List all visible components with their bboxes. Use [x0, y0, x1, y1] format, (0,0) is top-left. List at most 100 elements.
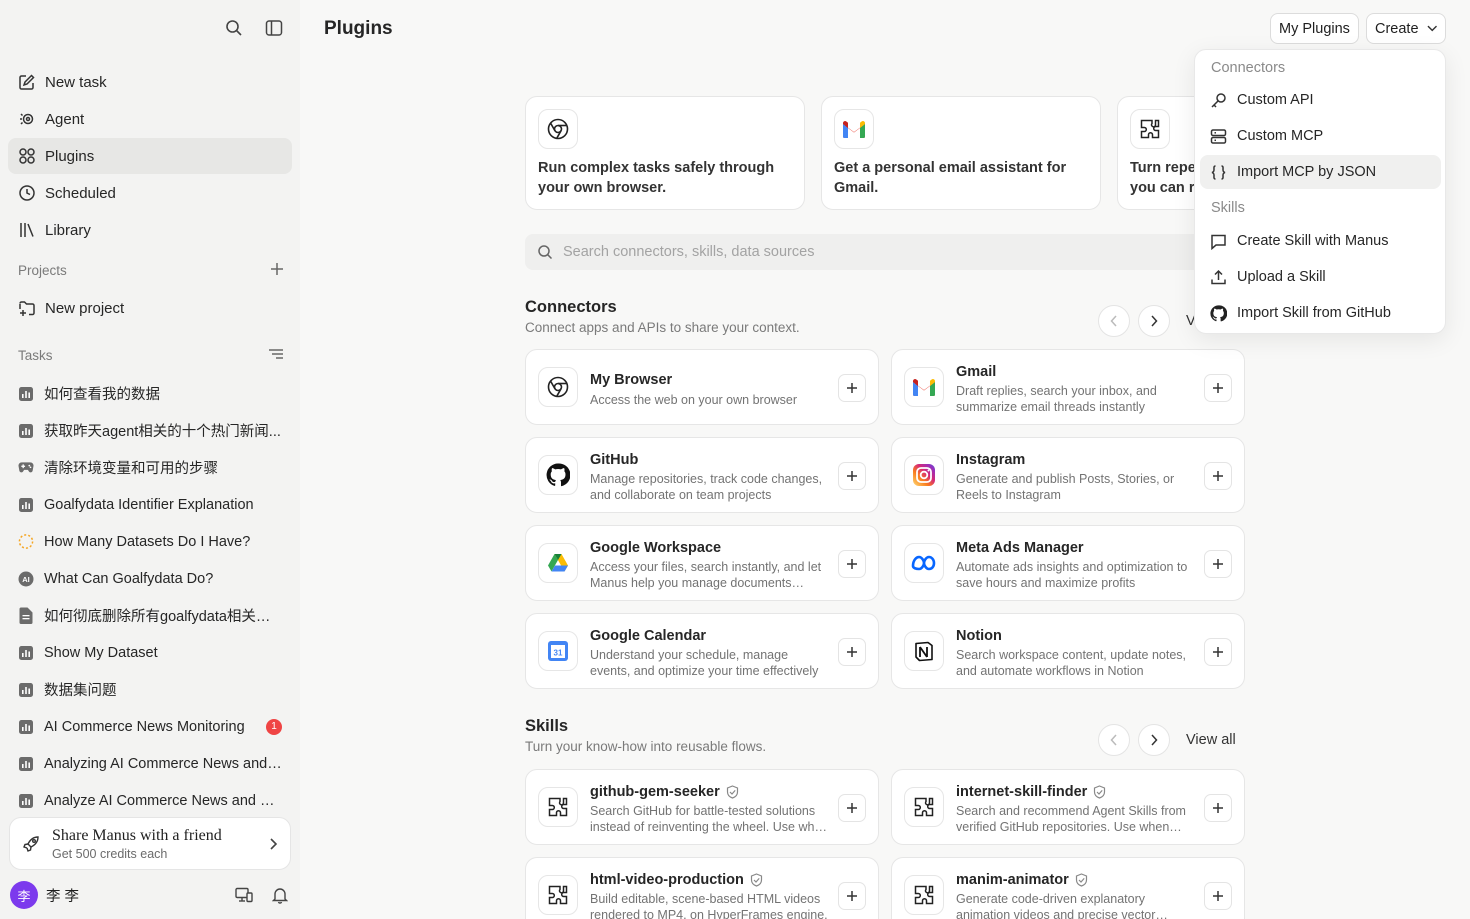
connector-card[interactable]: My Browser Access the web on your own br… — [525, 349, 879, 425]
connectors-title: Connectors — [525, 298, 617, 316]
add-button[interactable] — [838, 462, 866, 490]
connectors-prev-button[interactable] — [1098, 305, 1130, 337]
menu-item-custom-api[interactable]: Custom API — [1200, 83, 1441, 117]
task-item[interactable]: 获取昨天agent相关的十个热门新闻... — [8, 412, 292, 449]
task-item[interactable]: Analyzing AI Commerce News and Trends — [8, 745, 292, 782]
add-button[interactable] — [838, 550, 866, 578]
avatar[interactable]: 李 — [10, 881, 38, 909]
task-item[interactable]: 清除环境变量和可用的步骤 — [8, 449, 292, 486]
connectors-next-button[interactable] — [1138, 305, 1170, 337]
connector-desc: Search workspace content, update notes, … — [956, 648, 1187, 678]
new-task-icon — [19, 74, 35, 90]
svg-text:AI: AI — [22, 575, 30, 584]
add-button[interactable] — [1204, 882, 1232, 910]
instagram-icon — [904, 455, 944, 495]
task-title: 如何彻底删除所有goalfydata相关信息 — [44, 609, 285, 625]
task-item[interactable]: 如何查看我的数据 — [8, 375, 292, 412]
share-banner[interactable]: Share Manus with a friend Get 500 credit… — [9, 817, 291, 870]
chevron-left-icon — [1110, 734, 1117, 746]
add-button[interactable] — [1204, 638, 1232, 666]
nav-library[interactable]: Library — [8, 212, 292, 248]
menu-item-custom-mcp[interactable]: Custom MCP — [1200, 119, 1441, 153]
my-plugins-button[interactable]: My Plugins — [1270, 13, 1359, 44]
braces-icon — [1211, 164, 1226, 180]
skill-card[interactable]: internet-skill-finder Search and recomme… — [891, 769, 1245, 845]
add-button[interactable] — [838, 882, 866, 910]
add-button[interactable] — [838, 374, 866, 402]
skills-title: Skills — [525, 717, 569, 735]
search-icon — [538, 245, 553, 260]
connector-card[interactable]: Gmail Draft replies, search your inbox, … — [891, 349, 1245, 425]
add-project-icon[interactable] — [270, 262, 284, 279]
add-button[interactable] — [838, 638, 866, 666]
task-item[interactable]: AI Commerce News Monitoring 1 — [8, 708, 292, 745]
nav-new-task[interactable]: New task — [8, 64, 292, 100]
user-name[interactable]: 李 李 — [46, 885, 232, 906]
task-title: Analyze AI Commerce News and Content — [44, 792, 292, 809]
menu-item-import-github[interactable]: Import Skill from GitHub — [1200, 296, 1441, 330]
search-placeholder: Search connectors, skills, data sources — [563, 244, 815, 260]
connector-card[interactable]: GitHub Manage repositories, track code c… — [525, 437, 879, 513]
add-button[interactable] — [1204, 550, 1232, 578]
task-title: 清除环境变量和可用的步骤 — [44, 461, 218, 477]
plus-icon — [847, 803, 857, 813]
task-item[interactable]: How Many Datasets Do I Have? — [8, 523, 292, 560]
nav-agent[interactable]: Agent — [8, 101, 292, 137]
skills-prev-button[interactable] — [1098, 724, 1130, 756]
add-button[interactable] — [1204, 462, 1232, 490]
loading-icon — [18, 534, 34, 550]
skill-name-row: internet-skill-finder — [956, 784, 1106, 800]
rocket-icon — [23, 835, 39, 852]
skill-card[interactable]: html-video-production Build editable, sc… — [525, 857, 879, 919]
search-input[interactable]: Search connectors, skills, data sources — [525, 234, 1245, 270]
plus-icon — [847, 471, 857, 481]
add-button[interactable] — [838, 794, 866, 822]
skills-next-button[interactable] — [1138, 724, 1170, 756]
menu-item-import-mcp-json[interactable]: Import MCP by JSON — [1200, 155, 1441, 189]
connector-name: Meta Ads Manager — [956, 540, 1084, 556]
filter-icon[interactable] — [268, 347, 284, 364]
connector-name: My Browser — [590, 372, 673, 388]
nav-plugins[interactable]: Plugins — [8, 138, 292, 174]
key-icon — [1211, 92, 1226, 108]
connector-card[interactable]: Google Workspace Access your files, sear… — [525, 525, 879, 601]
task-item[interactable]: AI What Can Goalfydata Do? — [8, 560, 292, 597]
devices-icon[interactable] — [232, 883, 256, 907]
upload-icon — [1211, 269, 1226, 284]
connector-card[interactable]: Notion Search workspace content, update … — [891, 613, 1245, 689]
sidebar-toggle-icon[interactable] — [262, 16, 286, 40]
menu-item-label: Upload a Skill — [1237, 269, 1326, 285]
search-icon[interactable] — [222, 16, 246, 40]
featured-card-browser[interactable]: Run complex tasks safely through your ow… — [525, 96, 805, 210]
github-icon — [1210, 304, 1227, 321]
connector-name: Notion — [956, 628, 1002, 644]
menu-group-skills: Skills — [1211, 200, 1245, 216]
connector-card[interactable]: Meta Ads Manager Automate ads insights a… — [891, 525, 1245, 601]
add-button[interactable] — [1204, 794, 1232, 822]
share-title: Share Manus with a friend — [52, 826, 222, 844]
task-title: 数据集问题 — [44, 683, 117, 699]
task-item[interactable]: Goalfydata Identifier Explanation — [8, 486, 292, 523]
task-item[interactable]: Analyze AI Commerce News and Content — [8, 782, 292, 819]
skill-card[interactable]: github-gem-seeker Search GitHub for batt… — [525, 769, 879, 845]
skill-card[interactable]: manim-animator Generate code-driven expl… — [891, 857, 1245, 919]
share-subtitle: Get 500 credits each — [52, 846, 168, 861]
nav-scheduled[interactable]: Scheduled — [8, 175, 292, 211]
connector-card[interactable]: 31 Google Calendar Understand your sched… — [525, 613, 879, 689]
bell-icon[interactable] — [268, 883, 292, 907]
skill-name: internet-skill-finder — [956, 784, 1088, 800]
nav-label: New task — [45, 73, 107, 91]
task-list: 如何查看我的数据 获取昨天agent相关的十个热门新闻... 清除环境变量和可用… — [8, 375, 292, 819]
menu-item-create-skill[interactable]: Create Skill with Manus — [1200, 224, 1441, 258]
skills-view-all[interactable]: View all — [1186, 732, 1236, 748]
menu-item-upload-skill[interactable]: Upload a Skill — [1200, 260, 1441, 294]
connector-card[interactable]: Instagram Generate and publish Posts, St… — [891, 437, 1245, 513]
connector-desc: Access your files, search instantly, and… — [590, 560, 822, 590]
task-item[interactable]: 数据集问题 — [8, 671, 292, 708]
task-item[interactable]: Show My Dataset — [8, 634, 292, 671]
create-button[interactable]: Create — [1366, 13, 1446, 44]
featured-card-gmail[interactable]: Get a personal email assistant for Gmail… — [821, 96, 1101, 210]
task-item[interactable]: 如何彻底删除所有goalfydata相关信息 — [8, 597, 292, 634]
new-project-item[interactable]: New project — [8, 290, 292, 326]
add-button[interactable] — [1204, 374, 1232, 402]
